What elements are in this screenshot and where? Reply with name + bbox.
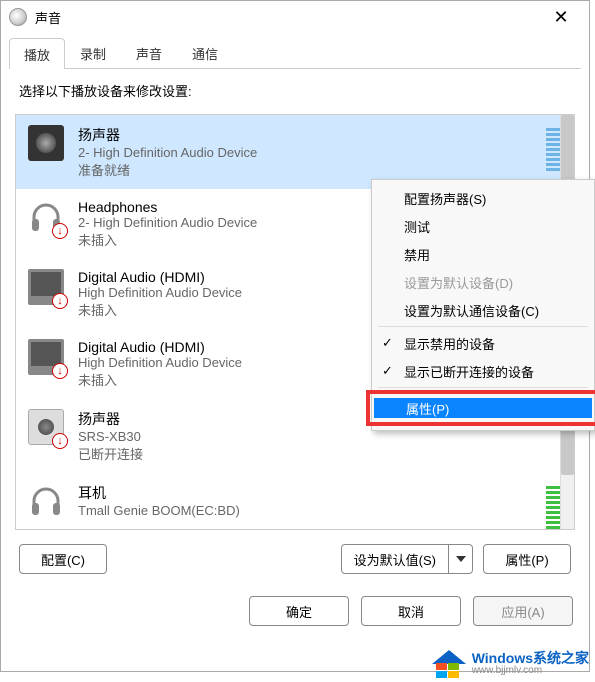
menu-item-label: 设置为默认通信设备(C) <box>404 301 539 320</box>
speaker-icon <box>28 125 64 161</box>
menu-item-label: 显示禁用的设备 <box>404 334 495 353</box>
close-button[interactable]: ✕ <box>541 7 581 28</box>
menu-separator <box>378 326 588 327</box>
menu-item: 设置为默认设备(D) <box>372 268 594 296</box>
menu-item-label: 配置扬声器(S) <box>404 189 486 208</box>
menu-separator <box>378 387 588 388</box>
menu-item[interactable]: 测试 <box>372 212 594 240</box>
checkmark-icon: ✓ <box>382 363 393 379</box>
menu-item-label: 禁用 <box>404 245 430 264</box>
ok-button[interactable]: 确定 <box>249 596 349 626</box>
cancel-button[interactable]: 取消 <box>361 596 461 626</box>
app-icon <box>9 8 27 26</box>
menu-item-label: 测试 <box>404 217 430 236</box>
set-default-button[interactable]: 设为默认值(S) <box>341 544 449 574</box>
menu-item[interactable]: ✓ 显示禁用的设备 <box>372 329 594 357</box>
configure-button[interactable]: 配置(C) <box>19 544 107 574</box>
device-row[interactable]: 扬声器2- High Definition Audio Device准备就绪 <box>16 115 574 189</box>
apply-button[interactable]: 应用(A) <box>473 596 573 626</box>
device-text: 耳机Tmall Genie BOOM(EC:BD) <box>78 483 546 518</box>
device-status: 准备就绪 <box>78 160 546 179</box>
chevron-down-icon <box>456 556 466 562</box>
unplugged-badge-icon <box>52 223 68 239</box>
menu-item[interactable]: ✓ 显示已断开连接的设备 <box>372 357 594 385</box>
device-text: 扬声器2- High Definition Audio Device准备就绪 <box>78 125 546 179</box>
headphones-icon <box>28 483 64 519</box>
device-desc: Tmall Genie BOOM(EC:BD) <box>78 503 546 518</box>
speaker-box-icon <box>28 409 64 445</box>
checkmark-icon: ✓ <box>382 335 393 351</box>
set-default-dropdown[interactable] <box>449 544 473 574</box>
panel-footer: 配置(C) 设为默认值(S) 属性(P) <box>15 544 575 574</box>
watermark: Windows系统之家 www.bjjmlv.com <box>432 650 589 678</box>
context-menu: 配置扬声器(S) 测试禁用设置为默认设备(D) 设置为默认通信设备(C) ✓ 显示禁用的… <box>371 179 595 431</box>
sound-dialog: 声音 ✕ 播放 录制 声音 通信 选择以下播放设备来修改设置: 扬声器2- Hi… <box>0 0 590 672</box>
tab-sounds[interactable]: 声音 <box>121 37 177 68</box>
headphones-icon <box>28 199 64 235</box>
unplugged-badge-icon <box>52 363 68 379</box>
menu-item-label: 设置为默认设备(D) <box>404 273 513 292</box>
unplugged-badge-icon <box>52 293 68 309</box>
menu-item[interactable]: 禁用 <box>372 240 594 268</box>
device-status: 已断开连接 <box>78 444 566 463</box>
instruction-text: 选择以下播放设备来修改设置: <box>15 81 575 100</box>
properties-button[interactable]: 属性(P) <box>483 544 571 574</box>
monitor-icon <box>28 269 64 305</box>
watermark-line2: www.bjjmlv.com <box>472 665 589 677</box>
device-desc: SRS-XB30 <box>78 429 566 444</box>
window-title: 声音 <box>35 8 541 27</box>
device-name: 扬声器 <box>78 125 546 145</box>
unplugged-badge-icon <box>52 433 68 449</box>
device-row[interactable]: 耳机Tmall Genie BOOM(EC:BD) <box>16 473 574 530</box>
device-name: 耳机 <box>78 483 546 503</box>
monitor-icon <box>28 339 64 375</box>
menu-item-label: 属性(P) <box>374 398 592 418</box>
menu-item-label: 显示已断开连接的设备 <box>404 362 534 381</box>
dialog-buttons: 确定 取消 应用(A) <box>1 582 589 636</box>
tab-playback[interactable]: 播放 <box>9 38 65 69</box>
menu-item[interactable]: 设置为默认通信设备(C) <box>372 296 594 324</box>
menu-item[interactable]: 配置扬声器(S) <box>372 184 594 212</box>
menu-item[interactable]: 属性(P) <box>372 390 594 426</box>
tab-recording[interactable]: 录制 <box>65 37 121 68</box>
watermark-logo <box>432 650 466 678</box>
tab-strip: 播放 录制 声音 通信 <box>9 37 581 69</box>
watermark-line1: Windows系统之家 <box>472 651 589 665</box>
titlebar: 声音 ✕ <box>1 1 589 33</box>
tab-communications[interactable]: 通信 <box>177 37 233 68</box>
device-desc: 2- High Definition Audio Device <box>78 145 546 160</box>
